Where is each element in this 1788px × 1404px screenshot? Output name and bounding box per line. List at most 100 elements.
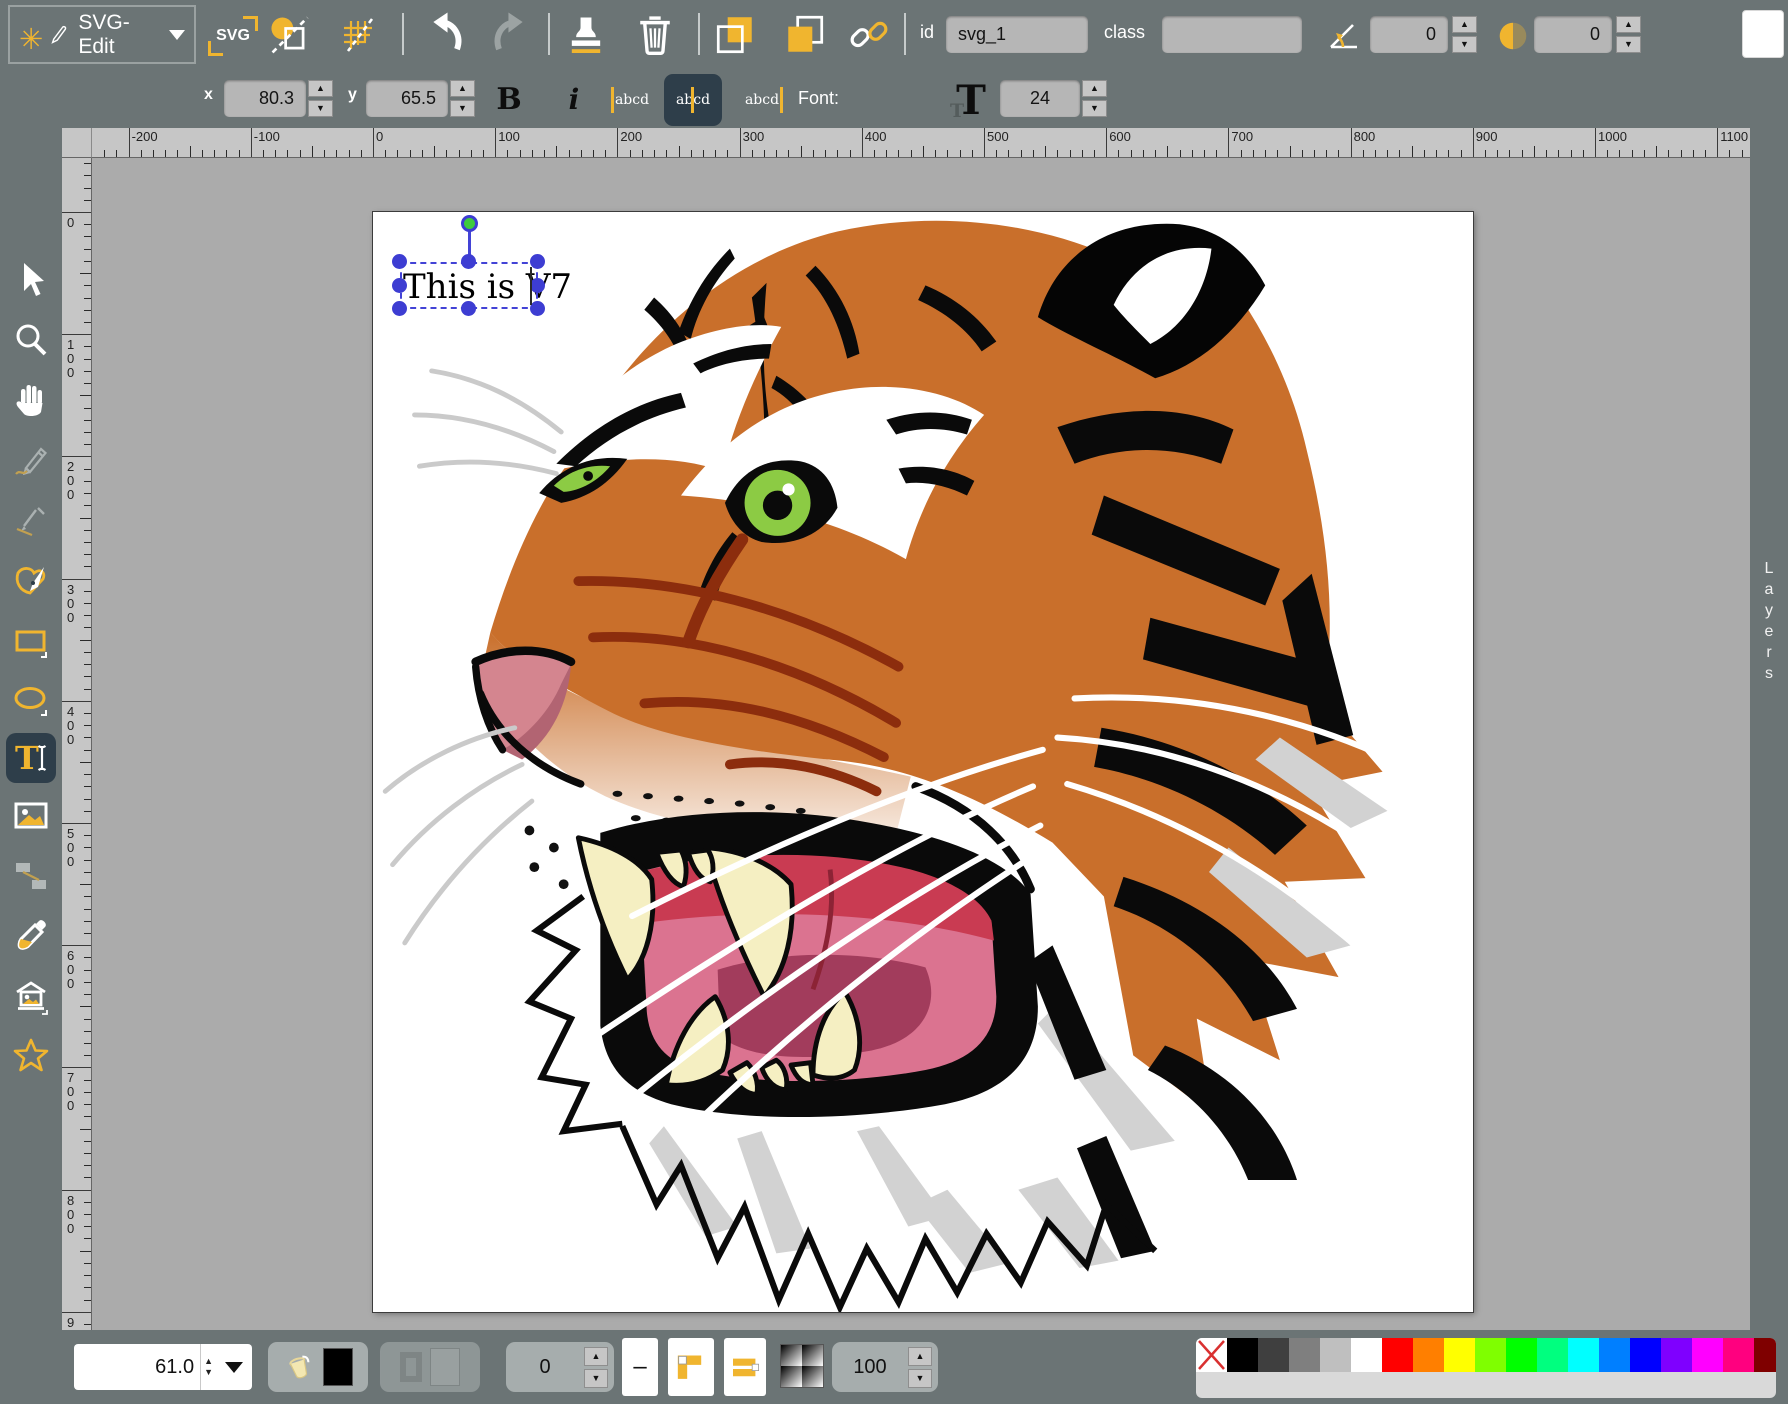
- palette-swatch-000000[interactable]: [1227, 1338, 1258, 1372]
- blur-input[interactable]: [1534, 16, 1612, 53]
- palette-swatch-7f0000[interactable]: [1754, 1338, 1776, 1372]
- palette-swatch-ffffff[interactable]: [1351, 1338, 1382, 1372]
- connector-tool-button[interactable]: [9, 854, 53, 898]
- selection-handle-n[interactable]: [461, 254, 476, 269]
- x-input[interactable]: [224, 80, 306, 117]
- image-tool-button[interactable]: [9, 794, 53, 838]
- path-tool-button[interactable]: [9, 558, 53, 602]
- svg-canvas[interactable]: This is V7: [373, 212, 1473, 1312]
- main-menu-button[interactable]: ✳ SVG-Edit: [8, 5, 196, 64]
- blur-down-button[interactable]: [1616, 36, 1641, 53]
- angle-down-button[interactable]: [1452, 36, 1477, 53]
- x-down-button[interactable]: [308, 100, 333, 117]
- italic-button[interactable]: i: [556, 76, 592, 122]
- select-tool-button[interactable]: [9, 258, 53, 302]
- pencil-tool-button[interactable]: [9, 440, 53, 484]
- zoom-input[interactable]: [74, 1356, 200, 1379]
- x-up-button[interactable]: [308, 80, 333, 97]
- ruler-tick: [84, 163, 91, 164]
- text-anchor-end-button[interactable]: abcd: [736, 80, 788, 120]
- palette-swatch-3f3f3f[interactable]: [1258, 1338, 1289, 1372]
- palette-swatch-7fff00[interactable]: [1475, 1338, 1506, 1372]
- opacity-up-button[interactable]: [908, 1347, 932, 1366]
- linejoin-button[interactable]: [668, 1338, 714, 1396]
- wireframe-mode-button[interactable]: [266, 11, 314, 59]
- eyedropper-tool-button[interactable]: [9, 914, 53, 958]
- grid-snap-button[interactable]: [336, 13, 380, 57]
- zoom-down-button[interactable]: ▼: [204, 1368, 213, 1377]
- fill-color-control[interactable]: [268, 1342, 368, 1392]
- line-tool-button[interactable]: [9, 498, 53, 542]
- selection-handle-w[interactable]: [392, 278, 407, 293]
- undo-button[interactable]: [418, 9, 470, 61]
- y-input[interactable]: [366, 80, 448, 117]
- palette-swatch-7f7f7f[interactable]: [1289, 1338, 1320, 1372]
- palette-swatch-00ff7f[interactable]: [1537, 1338, 1568, 1372]
- quick-color-swatch[interactable]: [1742, 10, 1784, 58]
- palette-swatch-ff00ff[interactable]: [1692, 1338, 1723, 1372]
- palette-swatch-bfbfbf[interactable]: [1320, 1338, 1351, 1372]
- move-to-bottom-button[interactable]: [712, 12, 758, 58]
- selection-handle-s[interactable]: [461, 301, 476, 316]
- bold-button[interactable]: B: [486, 76, 532, 122]
- y-down-button[interactable]: [450, 100, 475, 117]
- class-input[interactable]: [1162, 16, 1302, 53]
- ellipse-tool-button[interactable]: [9, 678, 53, 722]
- edit-source-button[interactable]: SVG: [206, 14, 260, 58]
- shape-library-button[interactable]: [9, 974, 53, 1018]
- palette-swatch-00ffff[interactable]: [1568, 1338, 1599, 1372]
- font-size-up-button[interactable]: [1082, 80, 1107, 97]
- palette-swatch-ff0000[interactable]: [1382, 1338, 1413, 1372]
- palette-swatch-00ff00[interactable]: [1506, 1338, 1537, 1372]
- opacity-gradient-button[interactable]: [780, 1344, 824, 1388]
- zoom-tool-button[interactable]: [9, 318, 53, 362]
- text-tool-button[interactable]: T: [6, 733, 56, 783]
- text-anchor-start-button[interactable]: abcd: [606, 80, 658, 120]
- blur-up-button[interactable]: [1616, 16, 1641, 33]
- selection-handle-ne[interactable]: [530, 254, 545, 269]
- font-size-input[interactable]: [1000, 80, 1080, 117]
- id-input[interactable]: [946, 16, 1088, 53]
- palette-swatch-0000ff[interactable]: [1630, 1338, 1661, 1372]
- angle-up-button[interactable]: [1452, 16, 1477, 33]
- palette-swatch-007fff[interactable]: [1599, 1338, 1630, 1372]
- angle-input[interactable]: [1370, 16, 1448, 53]
- clone-button[interactable]: [562, 11, 610, 59]
- zoom-up-button[interactable]: ▲: [204, 1357, 213, 1366]
- rotation-handle[interactable]: [461, 215, 478, 232]
- stroke-width-input[interactable]: [506, 1356, 584, 1379]
- star-tool-button[interactable]: [9, 1034, 53, 1078]
- selection-handle-se[interactable]: [530, 301, 545, 316]
- text-anchor-middle-button[interactable]: abcd: [664, 74, 722, 126]
- rectangle-tool-button[interactable]: [9, 620, 53, 664]
- move-to-top-button[interactable]: [782, 12, 828, 58]
- linecap-button[interactable]: [724, 1338, 766, 1396]
- redo-button[interactable]: [486, 9, 538, 61]
- toolbar-separator: [904, 13, 906, 55]
- stroke-dash-button[interactable]: –: [622, 1338, 658, 1396]
- delete-button[interactable]: [630, 9, 680, 59]
- selection-handle-nw[interactable]: [392, 254, 407, 269]
- workspace[interactable]: This is V7: [92, 158, 1750, 1330]
- stroke-color-control[interactable]: [380, 1342, 480, 1392]
- layers-panel-toggle[interactable]: L a y e r s: [1750, 128, 1788, 1330]
- palette-swatch-7f00ff[interactable]: [1661, 1338, 1692, 1372]
- palette-swatch-ff7f00[interactable]: [1413, 1338, 1444, 1372]
- palette-swatch-ff007f[interactable]: [1723, 1338, 1754, 1372]
- font-size-down-button[interactable]: [1082, 100, 1107, 117]
- selection-handle-e[interactable]: [530, 278, 545, 293]
- palette-swatch-none[interactable]: [1196, 1338, 1227, 1372]
- link-button[interactable]: [846, 12, 892, 58]
- zoom-dropdown-icon[interactable]: [225, 1362, 243, 1373]
- palette-swatch-ffff00[interactable]: [1444, 1338, 1475, 1372]
- fill-color-swatch[interactable]: [323, 1348, 353, 1386]
- opacity-down-button[interactable]: [908, 1369, 932, 1388]
- opacity-input[interactable]: [832, 1356, 908, 1379]
- angle-spinner: [1452, 16, 1477, 53]
- pan-tool-button[interactable]: [9, 378, 53, 422]
- stroke-width-up-button[interactable]: [584, 1347, 608, 1366]
- selection-handle-sw[interactable]: [392, 301, 407, 316]
- stroke-width-down-button[interactable]: [584, 1369, 608, 1388]
- y-up-button[interactable]: [450, 80, 475, 97]
- stroke-color-swatch[interactable]: [430, 1348, 460, 1386]
